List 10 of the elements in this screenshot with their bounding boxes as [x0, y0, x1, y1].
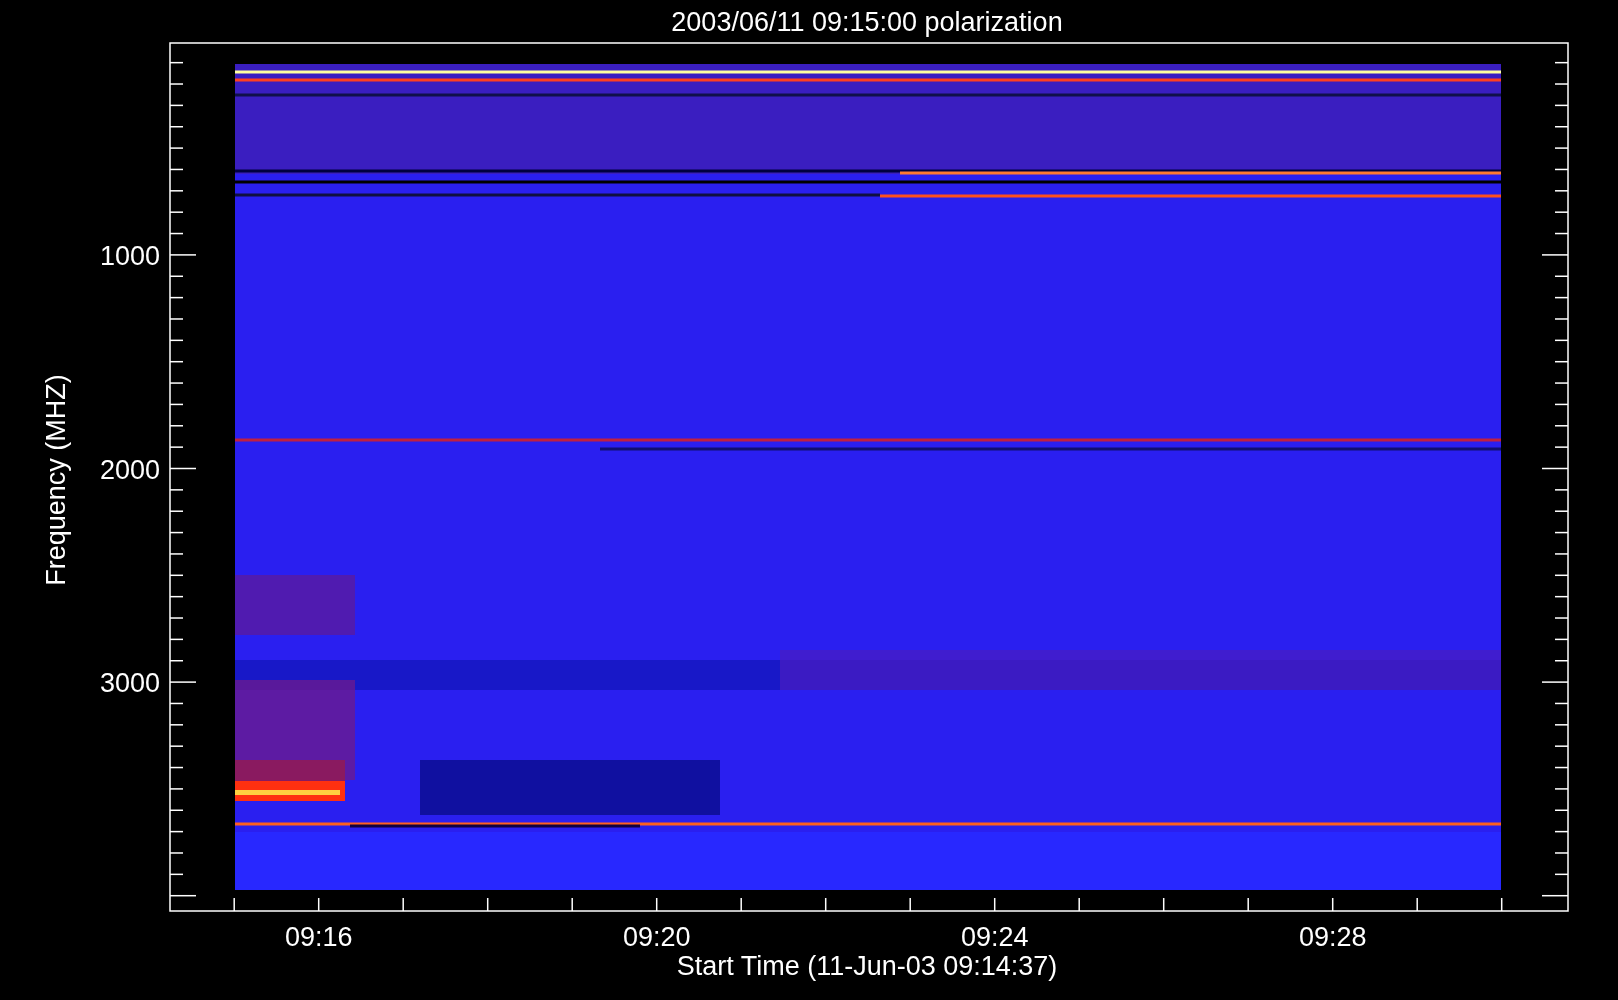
y-tick-label: 3000 [99, 668, 160, 699]
x-tick-label: 09:24 [960, 922, 1029, 952]
y-tick-label: 1000 [99, 240, 160, 271]
y-axis-label: Frequency (MHZ) [41, 374, 71, 586]
x-tick-label: 09:20 [622, 922, 691, 952]
plot-title: 2003/06/11 09:15:00 polarization [671, 7, 1063, 37]
x-tick-label: 09:28 [1298, 922, 1367, 952]
x-tick-label: 09:16 [284, 922, 353, 952]
x-axis-label: Start Time (11-Jun-03 09:14:37) [676, 951, 1058, 981]
y-tick-label: 2000 [99, 454, 160, 485]
